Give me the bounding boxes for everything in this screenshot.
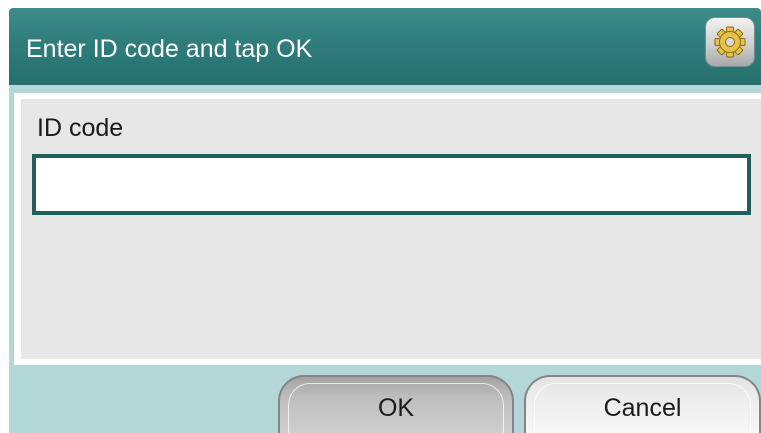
settings-button[interactable] [705,17,755,67]
gear-icon [714,26,746,58]
id-code-dialog: Enter ID code and tap OK ID code OK Canc… [0,0,761,433]
id-code-label: ID code [37,114,124,142]
cancel-button-label: Cancel [603,394,682,422]
ok-button[interactable]: OK [278,375,514,433]
dialog-title: Enter ID code and tap OK [26,35,313,63]
title-bar: Enter ID code and tap OK [9,8,761,85]
id-code-input[interactable] [32,154,751,215]
content-panel [21,99,761,359]
ok-button-label: OK [377,394,415,422]
cancel-button[interactable]: Cancel [524,375,761,433]
